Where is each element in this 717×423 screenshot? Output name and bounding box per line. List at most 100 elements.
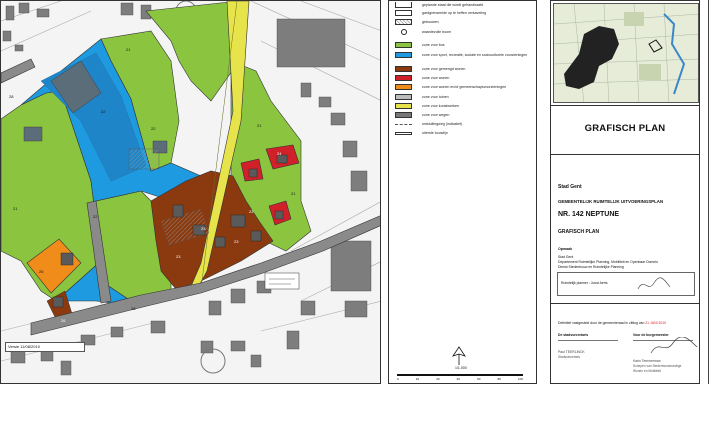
plan-subtitle: GRAFISCH PLAN bbox=[558, 229, 600, 235]
page-edge bbox=[708, 0, 717, 384]
zone-label: 22 bbox=[151, 126, 156, 131]
adoption-date: 21 JUNI 2010 bbox=[645, 321, 667, 325]
north-arrow-icon bbox=[452, 346, 466, 365]
legend-swatch bbox=[395, 84, 412, 90]
zone-label: 21 bbox=[257, 123, 262, 128]
legend-swatch bbox=[395, 10, 412, 16]
legend-label: zone voor gemengd wonen bbox=[422, 67, 466, 71]
legend-label: zone voor wonen en/of gemeenschapsvoorzi… bbox=[422, 85, 507, 89]
section-title: GRAFISCH PLAN bbox=[584, 123, 666, 134]
road-label-box bbox=[264, 272, 300, 290]
legend-item: gebouwen bbox=[395, 18, 439, 26]
planner-signature-icon bbox=[637, 277, 671, 290]
scale-bar: 0 10 20 40 60 80 100 bbox=[397, 366, 523, 382]
scale-tick: 0 bbox=[397, 377, 399, 381]
plan-number: NR. 142 NEPTUNE bbox=[558, 211, 620, 218]
zone-label: 22 bbox=[93, 214, 98, 219]
page-margin bbox=[0, 384, 717, 423]
opmaak-org: Stad Gent bbox=[558, 255, 574, 259]
legend-label: gardgrenseelde op te heffen verkaveling bbox=[422, 11, 487, 15]
legend-swatch bbox=[395, 75, 412, 81]
signature-line bbox=[558, 340, 618, 341]
legend-label: zone voor bos bbox=[422, 43, 445, 47]
legend-item: ontsluitingweg (indicatief) bbox=[395, 120, 462, 128]
zone-label: 26 bbox=[61, 318, 66, 323]
divider bbox=[551, 105, 699, 106]
plan-type: GEMEENTELIJK RUIMTELIJK UITVOERINGSPLAN bbox=[558, 199, 664, 204]
mayor-signature-icon bbox=[650, 337, 698, 354]
zone-label: 21 bbox=[13, 206, 18, 211]
alderman-title: Schepen van Stedenbouwkundige bbox=[633, 364, 682, 368]
arrow-icon bbox=[395, 123, 412, 125]
legend-label: zone voor wegen bbox=[422, 113, 450, 117]
legend-item: zone voor sport, recreatie, sociale en s… bbox=[395, 51, 532, 59]
secretary-heading: De stadssecretaris bbox=[558, 333, 589, 337]
zone-label: 21 bbox=[291, 191, 296, 196]
legend-swatch bbox=[395, 94, 412, 100]
legend-label: uiterste bouwlijn bbox=[422, 131, 448, 135]
legend-swatch bbox=[395, 66, 412, 72]
legend-item: uiterste bouwlijn bbox=[395, 129, 448, 137]
zone-label: 23 bbox=[249, 209, 254, 214]
zone-label: 23 bbox=[201, 226, 206, 231]
alderman-name: Karin Temmerman bbox=[633, 359, 661, 363]
scale-tick: 40 bbox=[456, 377, 460, 381]
secretary-title: Stadssecretaris bbox=[558, 355, 580, 359]
secretary-name: Paul TEERLINCK bbox=[558, 350, 585, 354]
plan-map[interactable]: 21 21 21 21 22 22 22 23 23 23 23 24 25 2… bbox=[0, 0, 381, 384]
opmaak-heading: Opmaak bbox=[558, 247, 573, 251]
scale-tick: 100 bbox=[517, 377, 523, 381]
minimap-drawing bbox=[554, 4, 698, 102]
zone-label: 28 bbox=[131, 306, 136, 311]
legend-label: zone voor tuinen bbox=[422, 95, 449, 99]
legend-label: geplande staat die wordt gehandhaafd bbox=[422, 3, 484, 7]
planner-label: Ruimtelijk planner : Joost Aerts bbox=[561, 281, 608, 285]
legend-swatch bbox=[395, 112, 412, 118]
legend-label: gebouwen bbox=[422, 20, 439, 24]
planner-box: Ruimtelijk planner : Joost Aerts bbox=[557, 272, 695, 296]
divider bbox=[551, 154, 699, 155]
legend-item: zone voor wonen en/of gemeenschapsvoorzi… bbox=[395, 83, 506, 91]
legend-swatch bbox=[395, 42, 412, 48]
map-drawing bbox=[1, 1, 380, 376]
legend-item: zone voor bos bbox=[395, 41, 445, 49]
adoption-text: Definitief vastgesteld door de gemeenter… bbox=[558, 321, 645, 325]
zone-label: 24 bbox=[277, 151, 282, 156]
legend-item: gardgrenseelde op te heffen verkaveling bbox=[395, 9, 486, 17]
legend-label: zone voor sport, recreatie, sociale en s… bbox=[422, 53, 528, 57]
legend-item: geplande staat die wordt gehandhaafd bbox=[395, 1, 483, 9]
location-minimap[interactable] bbox=[553, 3, 699, 103]
legend-item: zone voor kunstwerken bbox=[395, 102, 459, 110]
legend-item: zone voor wegen bbox=[395, 111, 449, 119]
adoption-statement: Definitief vastgesteld door de gemeenter… bbox=[558, 321, 666, 325]
legend-label: waardevolle boom bbox=[422, 30, 452, 34]
opmaak-service: Dienst Stedenbouw en Ruimtelijke Plannin… bbox=[558, 265, 624, 269]
zone-label: 25 bbox=[39, 269, 44, 274]
legend-item: waardevolle boom bbox=[395, 28, 451, 36]
zone-label: 28 bbox=[9, 94, 14, 99]
legend-swatch bbox=[395, 103, 412, 109]
legend-swatch bbox=[395, 19, 412, 25]
legend-item: zone voor wonen bbox=[395, 74, 449, 82]
tree-icon bbox=[401, 29, 407, 35]
zone-label: 23 bbox=[234, 239, 239, 244]
version-label: Versie 11/08/2010 bbox=[5, 342, 85, 352]
opmaak-dept: Departement Ruimtelijke Planning, Mobili… bbox=[558, 260, 658, 264]
legend-label: ontsluitingweg (indicatief) bbox=[422, 122, 463, 126]
legend-swatch bbox=[395, 2, 412, 8]
legend-swatch bbox=[395, 131, 412, 135]
scale-tick: 80 bbox=[497, 377, 501, 381]
zone-label: 22 bbox=[101, 109, 106, 114]
legend-panel: geplande staat die wordt gehandhaafd gar… bbox=[388, 0, 537, 384]
city-name: Stad Gent bbox=[558, 184, 582, 190]
title-panel: GRAFISCH PLAN Stad Gent GEMEENTELIJK RUI… bbox=[550, 0, 700, 384]
alderman-title-2: Wonen en Mobiliteit bbox=[633, 369, 661, 373]
legend-swatch bbox=[395, 52, 412, 58]
scale-tick: 10 bbox=[415, 377, 420, 381]
legend-item: zone voor tuinen bbox=[395, 93, 449, 101]
scale-tick: 20 bbox=[436, 377, 440, 381]
legend-item: zone voor gemengd wonen bbox=[395, 65, 465, 73]
scale-tick: 60 bbox=[477, 377, 481, 381]
divider bbox=[551, 303, 699, 304]
legend-label: zone voor wonen bbox=[422, 76, 450, 80]
